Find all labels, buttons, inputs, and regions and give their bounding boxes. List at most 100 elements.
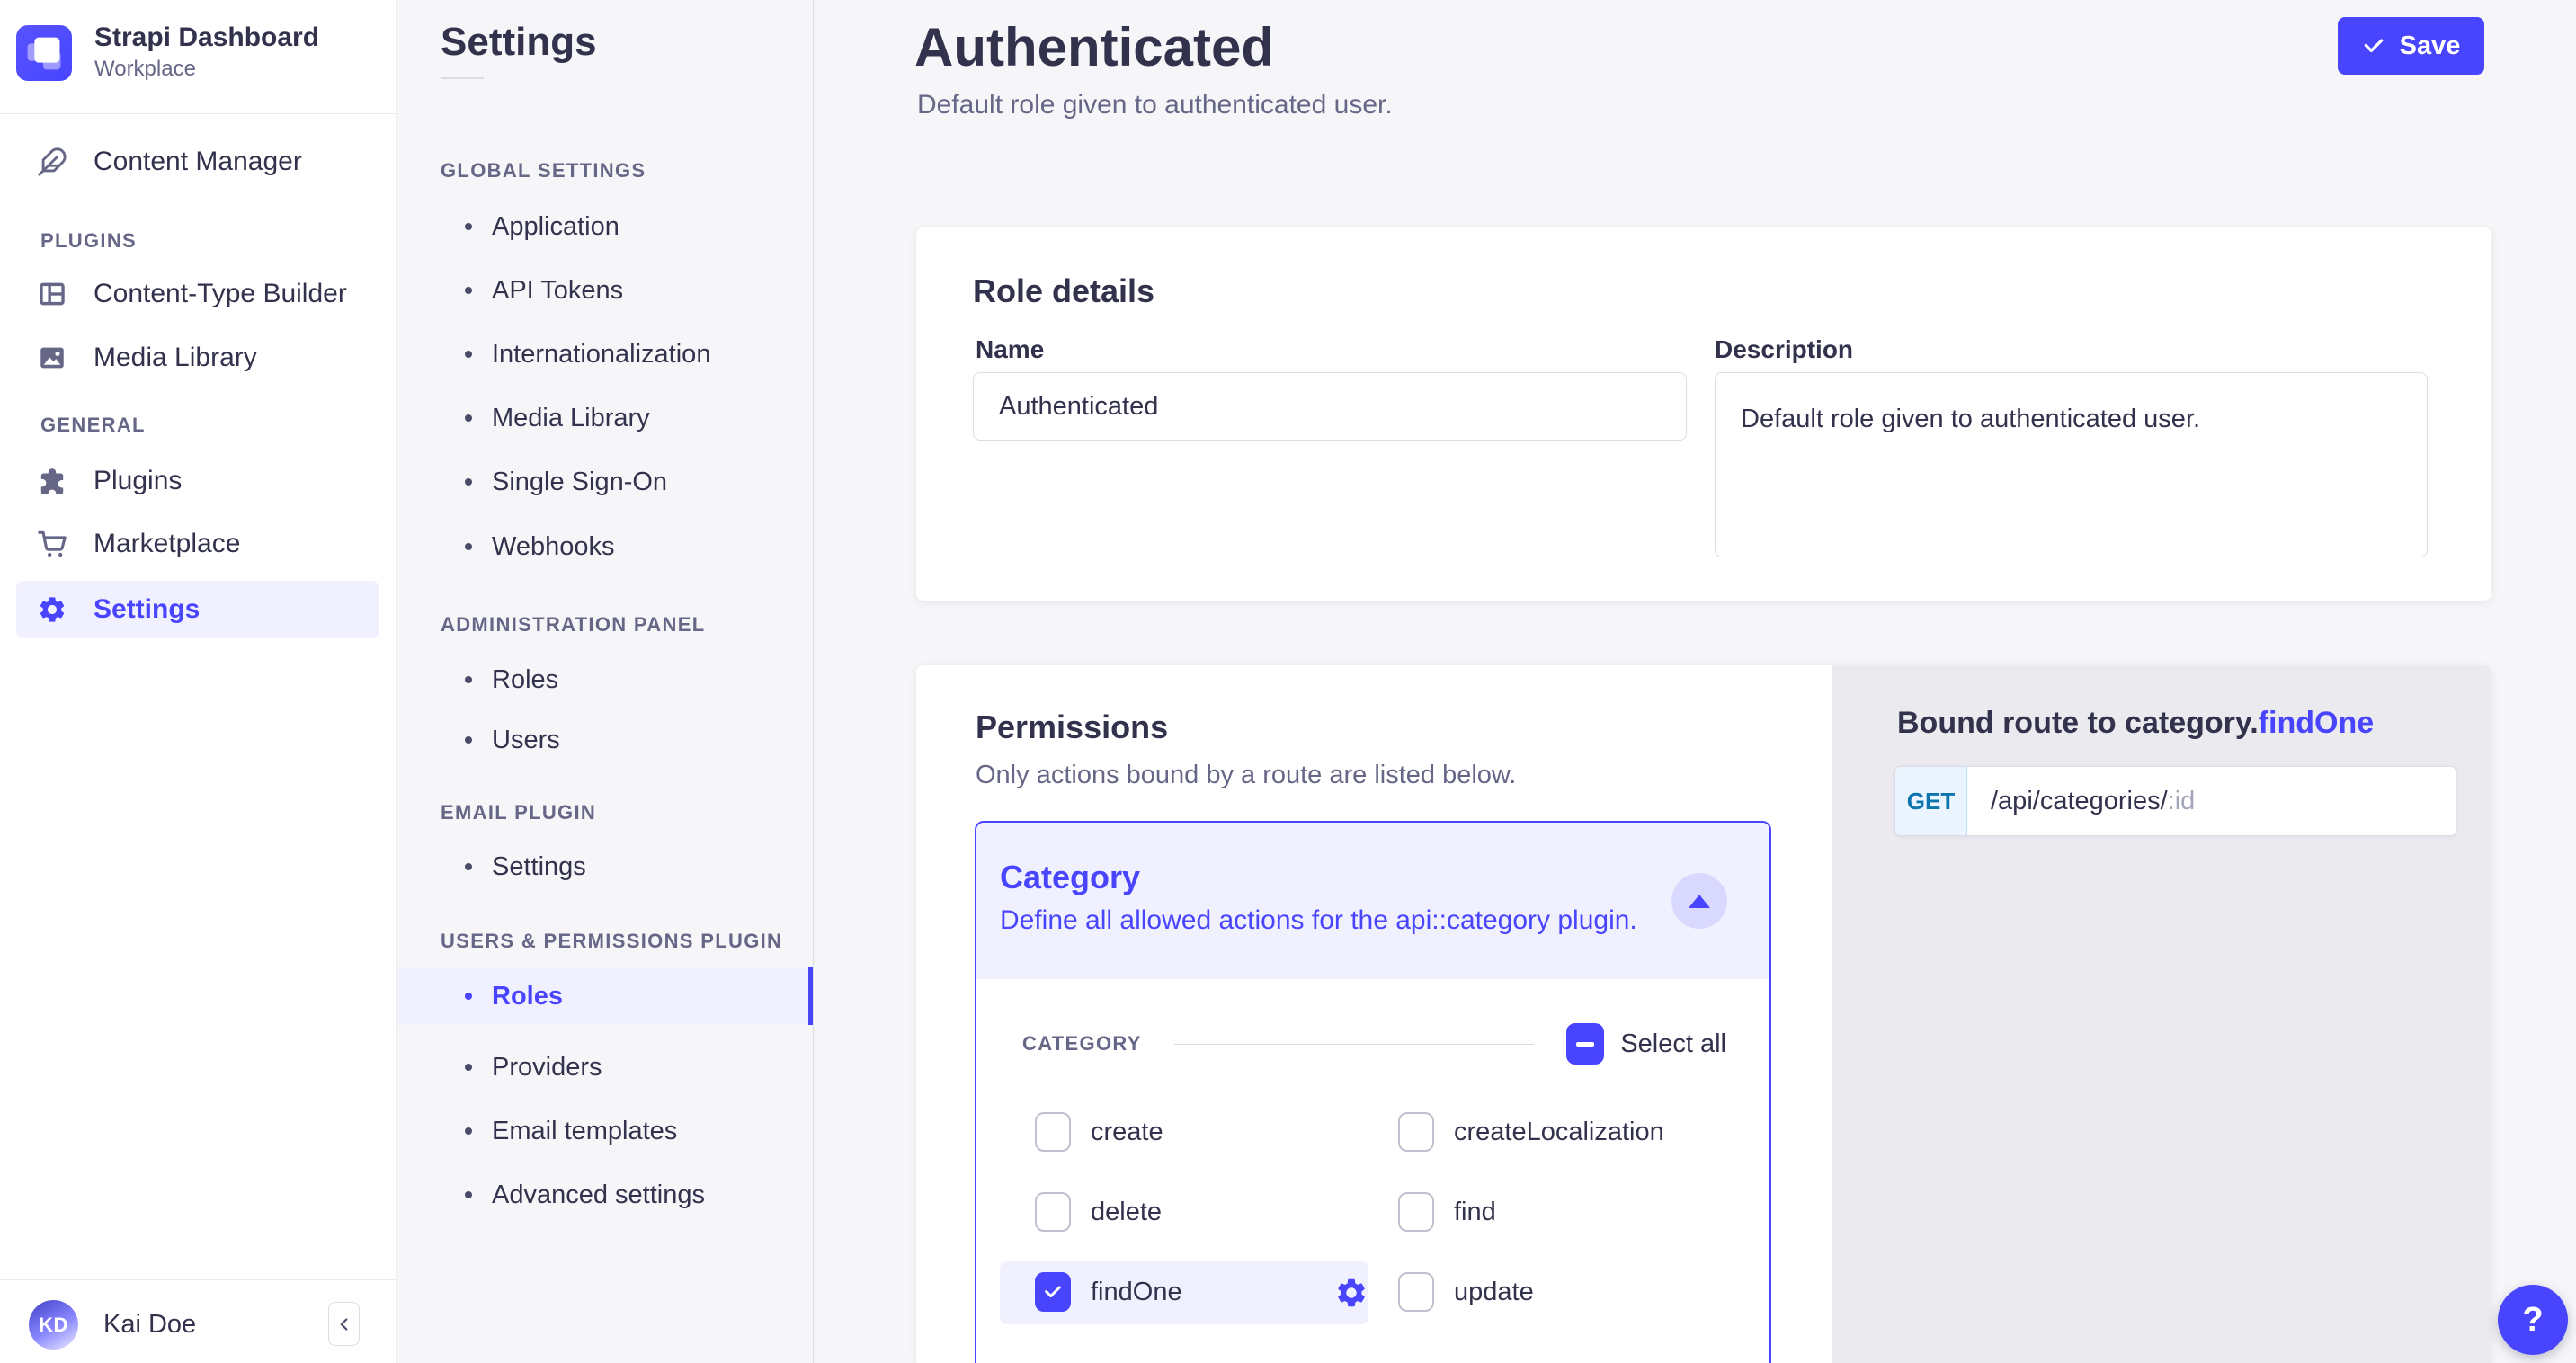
- brand-text: Strapi Dashboard Workplace: [94, 22, 319, 83]
- strapi-logo-icon: [16, 25, 72, 81]
- workspace-brand[interactable]: Strapi Dashboard Workplace: [16, 22, 319, 83]
- permissions-section: Permissions Only actions bound by a rout…: [916, 665, 2491, 1363]
- collapse-accordion-button[interactable]: [1671, 873, 1727, 929]
- bullet-icon: [465, 478, 472, 486]
- subnav-item-label: Settings: [492, 852, 586, 882]
- brand-subtitle: Workplace: [94, 56, 319, 83]
- page-subtitle: Default role given to authenticated user…: [917, 90, 1393, 120]
- subnav-item-api-tokens[interactable]: API Tokens: [397, 271, 813, 310]
- nav-item-label: Media Library: [94, 343, 257, 373]
- bullet-icon: [465, 351, 472, 358]
- chevron-left-icon: [334, 1314, 354, 1334]
- findOne-checkbox[interactable]: [1035, 1272, 1071, 1312]
- save-button[interactable]: Save: [2338, 17, 2484, 75]
- nav-item-marketplace[interactable]: Marketplace: [16, 515, 379, 573]
- nav-item-content-type-builder[interactable]: Content-Type Builder: [16, 265, 379, 323]
- subnav-item-label: Providers: [492, 1053, 602, 1082]
- create-checkbox[interactable]: [1035, 1112, 1071, 1152]
- subnav-item-providers[interactable]: Providers: [397, 1047, 813, 1087]
- nav-item-label: Plugins: [94, 466, 182, 496]
- action-label: findOne: [1091, 1278, 1182, 1307]
- subnav-item-internationalization[interactable]: Internationalization: [397, 334, 813, 374]
- bullet-icon: [465, 736, 472, 744]
- accordion-title: Category: [1000, 859, 1140, 896]
- page-title: Authenticated: [914, 16, 1274, 78]
- layout-icon: [36, 278, 68, 310]
- bound-route-panel: Bound route to category.findOne GET /api…: [1832, 665, 2491, 1363]
- nav-item-label: Settings: [94, 594, 200, 625]
- subnav-item-media-library[interactable]: Media Library: [397, 398, 813, 438]
- subnav-item-advanced-settings[interactable]: Advanced settings: [397, 1175, 813, 1215]
- feather-icon: [36, 146, 68, 178]
- collapse-sidebar-button[interactable]: [328, 1302, 360, 1346]
- route-display: GET /api/categories/:id: [1894, 766, 2456, 836]
- subnav-item-single-sign-on[interactable]: Single Sign-On: [397, 462, 813, 502]
- subnav-item-label: Application: [492, 212, 619, 242]
- group-header: CATEGORY: [1022, 1032, 1142, 1056]
- subnav-item-label: Users: [492, 726, 560, 755]
- subnav-item-admin-roles[interactable]: Roles: [397, 660, 813, 699]
- subnav-item-application[interactable]: Application: [397, 207, 813, 246]
- nav-section-plugins: PLUGINS: [40, 228, 137, 254]
- subnav-section-global-settings: GLOBAL SETTINGS: [441, 158, 646, 183]
- image-icon: [36, 342, 68, 374]
- permissions-heading: Permissions: [976, 708, 1168, 746]
- action-findOne: findOne: [1035, 1272, 1182, 1312]
- subnav-item-webhooks[interactable]: Webhooks: [397, 527, 813, 566]
- nav-item-plugins[interactable]: Plugins: [16, 452, 379, 510]
- role-details-card: Role details Name Description Default ro…: [916, 227, 2491, 601]
- bullet-icon: [465, 223, 472, 230]
- nav-item-label: Marketplace: [94, 529, 240, 559]
- nav-item-content-manager[interactable]: Content Manager: [16, 133, 379, 191]
- settings-subnav: Settings GLOBAL SETTINGS Application API…: [397, 0, 814, 1363]
- find-checkbox[interactable]: [1398, 1192, 1434, 1232]
- action-label: find: [1454, 1198, 1496, 1227]
- subnav-section-administration-panel: ADMINISTRATION PANEL: [441, 612, 705, 637]
- name-label: Name: [976, 335, 1044, 364]
- subnav-item-label: Roles: [492, 665, 558, 695]
- save-button-label: Save: [2400, 31, 2461, 61]
- subnav-item-label: Email templates: [492, 1117, 677, 1146]
- route-path-main: /api/categories/: [1991, 787, 2168, 816]
- findOne-settings-gear-icon[interactable]: [1334, 1276, 1368, 1310]
- action-label: delete: [1091, 1198, 1162, 1227]
- route-path: /api/categories/:id: [1967, 767, 2195, 835]
- subnav-item-label: API Tokens: [492, 276, 623, 306]
- bullet-icon: [465, 1064, 472, 1071]
- nav-divider: [0, 113, 396, 114]
- bullet-icon: [465, 1191, 472, 1198]
- subnav-item-label: Single Sign-On: [492, 468, 667, 497]
- subnav-item-email-settings[interactable]: Settings: [397, 847, 813, 886]
- subnav-item-label: Advanced settings: [492, 1180, 705, 1210]
- nav-item-settings[interactable]: Settings: [16, 581, 379, 638]
- group-divider: [1174, 1044, 1535, 1045]
- subnav-item-label: Internationalization: [492, 340, 710, 370]
- createLocalization-checkbox[interactable]: [1398, 1112, 1434, 1152]
- subnav-item-admin-users[interactable]: Users: [397, 720, 813, 760]
- puzzle-icon: [36, 465, 68, 497]
- subnav-item-up-roles[interactable]: Roles: [397, 967, 813, 1025]
- action-label: update: [1454, 1278, 1534, 1307]
- footer-divider: [0, 1279, 396, 1280]
- subnav-item-email-templates[interactable]: Email templates: [397, 1111, 813, 1151]
- user-name: Kai Doe: [103, 1310, 196, 1340]
- question-mark-icon: ?: [2522, 1301, 2543, 1340]
- action-createLocalization: createLocalization: [1398, 1112, 1664, 1152]
- bound-route-title-plain: Bound route to category.: [1897, 706, 2259, 740]
- subnav-title: Settings: [441, 20, 597, 65]
- findOne-selected-row: findOne: [1000, 1261, 1368, 1324]
- nav-item-label: Content Manager: [94, 147, 302, 177]
- name-field[interactable]: [973, 372, 1687, 441]
- help-button[interactable]: ?: [2498, 1285, 2568, 1355]
- category-accordion-header[interactable]: Category Define all allowed actions for …: [976, 823, 1769, 979]
- description-field[interactable]: Default role given to authenticated user…: [1715, 372, 2428, 557]
- select-all-checkbox[interactable]: [1566, 1023, 1604, 1065]
- delete-checkbox[interactable]: [1035, 1192, 1071, 1232]
- bullet-icon: [465, 414, 472, 422]
- update-checkbox[interactable]: [1398, 1272, 1434, 1312]
- check-icon: [2362, 34, 2385, 58]
- bullet-icon: [465, 676, 472, 683]
- user-profile[interactable]: KD Kai Doe: [29, 1300, 196, 1350]
- avatar: KD: [29, 1300, 78, 1350]
- nav-item-media-library[interactable]: Media Library: [16, 329, 379, 387]
